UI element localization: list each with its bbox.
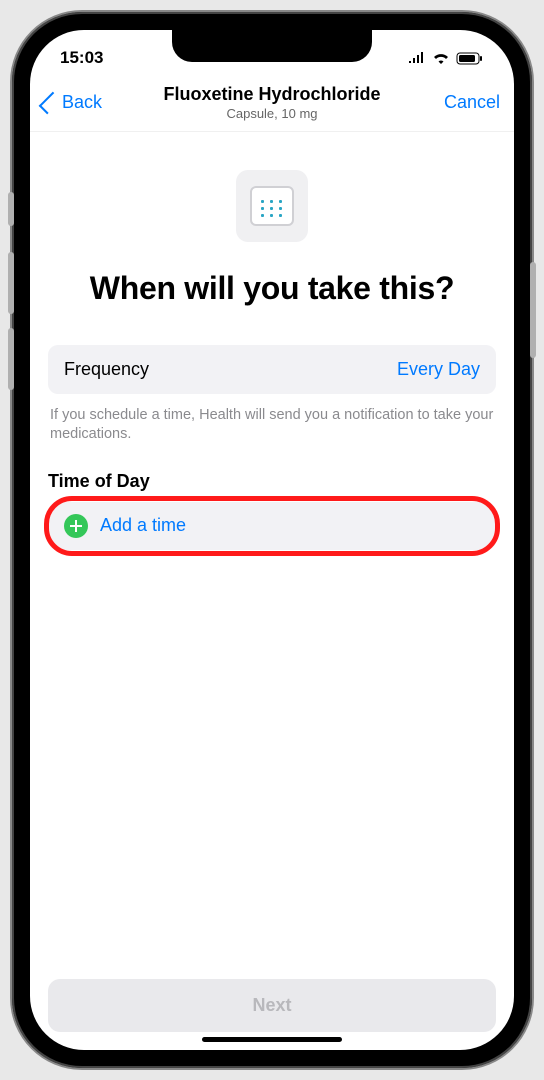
chevron-left-icon [39,91,62,114]
notch [172,30,372,62]
back-button[interactable]: Back [44,92,124,113]
page-subtitle: Capsule, 10 mg [124,106,420,121]
frequency-row[interactable]: Frequency Every Day [48,345,496,394]
back-label: Back [62,92,102,113]
add-time-label: Add a time [100,515,186,536]
page-title: Fluoxetine Hydrochloride [124,84,420,105]
cancel-button[interactable]: Cancel [444,92,500,112]
helper-text: If you schedule a time, Health will send… [48,406,496,445]
screen: 15:03 Back Fluoxetine Hydrochloride Caps… [30,30,514,1050]
calendar-icon [250,186,294,226]
heading: When will you take this? [48,270,496,307]
content-area: When will you take this? Frequency Every… [30,132,514,961]
wifi-icon [432,52,450,65]
battery-icon [456,52,484,65]
medication-schedule-icon [236,170,308,242]
next-button[interactable]: Next [48,979,496,1032]
frequency-value: Every Day [397,359,480,380]
nav-bar: Back Fluoxetine Hydrochloride Capsule, 1… [30,76,514,132]
add-time-container: Add a time [48,502,496,550]
phone-frame: 15:03 Back Fluoxetine Hydrochloride Caps… [12,12,532,1068]
nav-title-group: Fluoxetine Hydrochloride Capsule, 10 mg [124,84,420,121]
frequency-label: Frequency [64,359,149,380]
time-of-day-section-title: Time of Day [48,471,496,492]
home-indicator[interactable] [202,1037,342,1042]
plus-icon [64,514,88,538]
add-time-button[interactable]: Add a time [48,502,496,550]
silence-switch [8,192,14,226]
volume-up-button [8,252,14,314]
power-button [530,262,536,358]
status-indicators [408,52,484,65]
status-time: 15:03 [60,48,103,68]
cellular-icon [408,52,426,64]
volume-down-button [8,328,14,390]
